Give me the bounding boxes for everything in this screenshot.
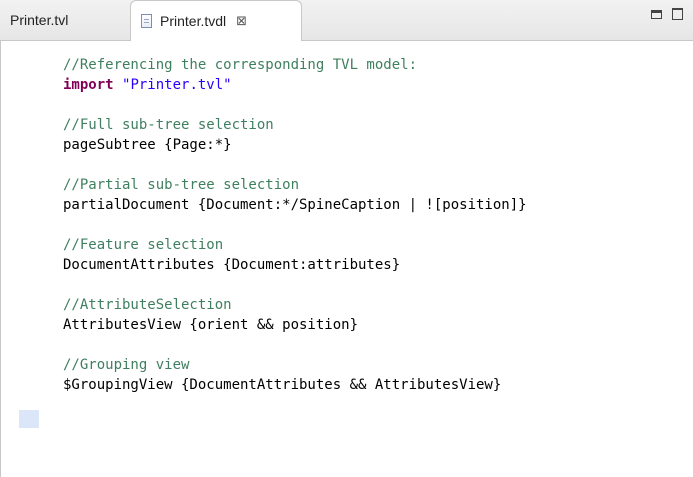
- code-comment: //Referencing the corresponding TVL mode…: [63, 57, 418, 73]
- code-line[interactable]: import "Printer.tvl": [63, 75, 527, 95]
- code-line[interactable]: [63, 335, 527, 355]
- code-comment: //Partial sub-tree selection: [63, 177, 300, 193]
- code-keyword: import: [63, 77, 114, 93]
- code-line[interactable]: //Referencing the corresponding TVL mode…: [63, 55, 527, 75]
- code-line[interactable]: [63, 215, 527, 235]
- code-text: DocumentAttributes {Document:attributes}: [63, 257, 401, 273]
- code-comment: //Grouping view: [63, 357, 190, 373]
- editor-gutter: [5, 41, 39, 477]
- code-line[interactable]: pageSubtree {Page:*}: [63, 135, 527, 155]
- code-comment: //Full sub-tree selection: [63, 117, 274, 133]
- code-comment: //Feature selection: [63, 237, 224, 253]
- code-text: partialDocument {Document:*/SpineCaption…: [63, 197, 527, 213]
- code-line[interactable]: [63, 155, 527, 175]
- code-area[interactable]: //Referencing the corresponding TVL mode…: [63, 55, 527, 395]
- code-comment: //AttributeSelection: [63, 297, 232, 313]
- code-line[interactable]: //Grouping view: [63, 355, 527, 375]
- code-text: AttributesView {orient && position}: [63, 317, 359, 333]
- minimize-icon[interactable]: [651, 10, 662, 19]
- code-string: "Printer.tvl": [122, 77, 232, 93]
- code-line[interactable]: AttributesView {orient && position}: [63, 315, 527, 335]
- code-line[interactable]: partialDocument {Document:*/SpineCaption…: [63, 195, 527, 215]
- code-line[interactable]: //Feature selection: [63, 235, 527, 255]
- code-text: $GroupingView {DocumentAttributes && Att…: [63, 377, 502, 393]
- code-line[interactable]: //AttributeSelection: [63, 295, 527, 315]
- maximize-icon[interactable]: [672, 8, 683, 20]
- code-line[interactable]: //Partial sub-tree selection: [63, 175, 527, 195]
- editor-window: Printer.tvl Printer.tvdl ⊠ //Referencing…: [0, 0, 693, 477]
- tab-printer-tvdl[interactable]: Printer.tvdl ⊠: [130, 0, 302, 41]
- code-line[interactable]: //Full sub-tree selection: [63, 115, 527, 135]
- current-line-marker: [19, 410, 39, 428]
- window-controls: [651, 8, 683, 20]
- close-icon[interactable]: ⊠: [236, 14, 247, 29]
- code-text: pageSubtree {Page:*}: [63, 137, 232, 153]
- file-icon: [141, 14, 152, 28]
- code-line[interactable]: [63, 275, 527, 295]
- tab-printer-tvl[interactable]: Printer.tvl: [10, 0, 130, 40]
- code-editor[interactable]: //Referencing the corresponding TVL mode…: [0, 41, 693, 477]
- tab-bar: Printer.tvl Printer.tvdl ⊠: [0, 0, 693, 41]
- code-line[interactable]: [63, 95, 527, 115]
- code-line[interactable]: DocumentAttributes {Document:attributes}: [63, 255, 527, 275]
- tab-label: Printer.tvl: [10, 12, 69, 28]
- code-line[interactable]: $GroupingView {DocumentAttributes && Att…: [63, 375, 527, 395]
- tab-label: Printer.tvdl: [160, 13, 227, 29]
